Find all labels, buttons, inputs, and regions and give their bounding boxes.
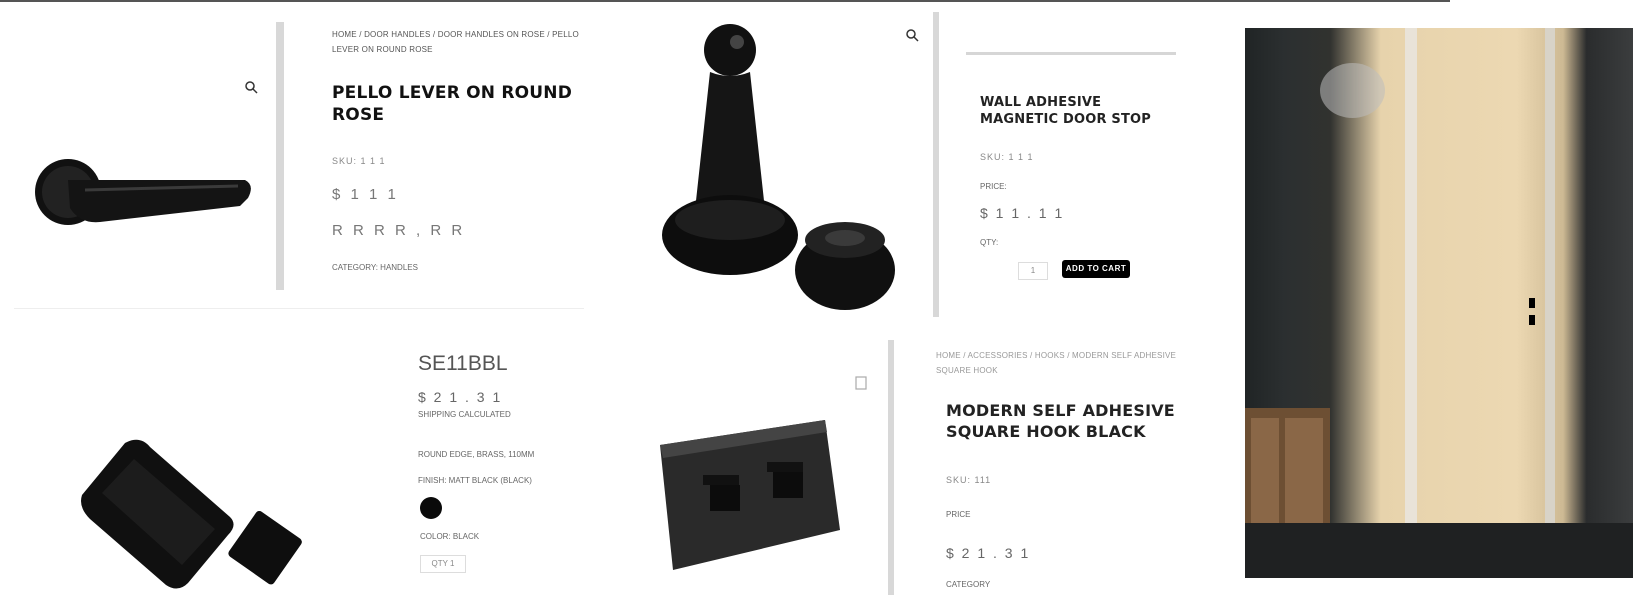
- option-size[interactable]: ROUND EDGE, BRASS, 110MM: [418, 450, 534, 459]
- shipping-note: SHIPPING CALCULATED: [418, 410, 511, 419]
- lever-handle-illustration: [35, 159, 251, 225]
- product-category: CATEGORY: HANDLES: [332, 263, 418, 272]
- product-price-secondary: R R R R , R R: [332, 222, 466, 239]
- product-price: $ 2 1 . 3 1: [418, 389, 503, 405]
- bolt-image[interactable]: [70, 425, 310, 590]
- product-title: PELLO LEVER ON ROUND ROSE: [332, 83, 573, 125]
- breadcrumb[interactable]: HOME / ACCESSORIES / HOOKS / MODERN SELF…: [936, 348, 1196, 378]
- color-swatch[interactable]: [420, 497, 442, 519]
- product-price: $ 1 1 . 1 1: [980, 205, 1065, 221]
- product-code: SKU: 1 1 1: [332, 156, 386, 166]
- bathroom-photo: [1245, 28, 1633, 578]
- lever-image[interactable]: [10, 100, 260, 250]
- hook-image[interactable]: [655, 410, 845, 580]
- price-label: PRICE: [946, 510, 971, 519]
- product-price: $ 2 1 . 3 1: [946, 545, 1031, 561]
- product-sku: SKU: 1 1 1: [980, 152, 1034, 162]
- breadcrumb-bar: [966, 52, 1176, 55]
- row-divider: [14, 308, 584, 309]
- product-title: WALL ADHESIVE MAGNETIC DOOR STOP: [980, 95, 1152, 127]
- qty-label: QTY:: [980, 238, 999, 247]
- product-sku: SE11BBL: [418, 352, 508, 375]
- search-icon[interactable]: [905, 28, 919, 47]
- category-label: CATEGORY: [946, 580, 991, 589]
- product-sku: SKU: 111: [946, 475, 992, 485]
- doorstop-image[interactable]: [655, 20, 915, 310]
- search-icon[interactable]: [244, 80, 258, 99]
- product-title: MODERN SELF ADHESIVE SQUARE HOOK BLACK: [946, 401, 1175, 441]
- add-to-cart-button[interactable]: ADD TO CART: [1062, 260, 1130, 278]
- doorstop-illustration: [662, 24, 895, 310]
- breadcrumb[interactable]: HOME / DOOR HANDLES / DOOR HANDLES ON RO…: [332, 27, 582, 57]
- vertical-divider: [888, 340, 894, 595]
- hook-illustration: [660, 420, 840, 570]
- quantity-input[interactable]: 1: [1018, 262, 1048, 280]
- option-finish[interactable]: FINISH: MATT BLACK (BLACK): [418, 476, 532, 485]
- color-label: COLOR: BLACK: [420, 532, 480, 541]
- vertical-divider: [276, 22, 284, 290]
- top-border: [0, 0, 1450, 2]
- bolt-illustration: [81, 439, 302, 589]
- quantity-input[interactable]: QTY 1: [420, 555, 466, 573]
- product-price: $ 1 1 1: [332, 186, 399, 203]
- vertical-divider: [933, 12, 939, 317]
- price-label: PRICE:: [980, 182, 1007, 191]
- search-icon[interactable]: [854, 376, 868, 395]
